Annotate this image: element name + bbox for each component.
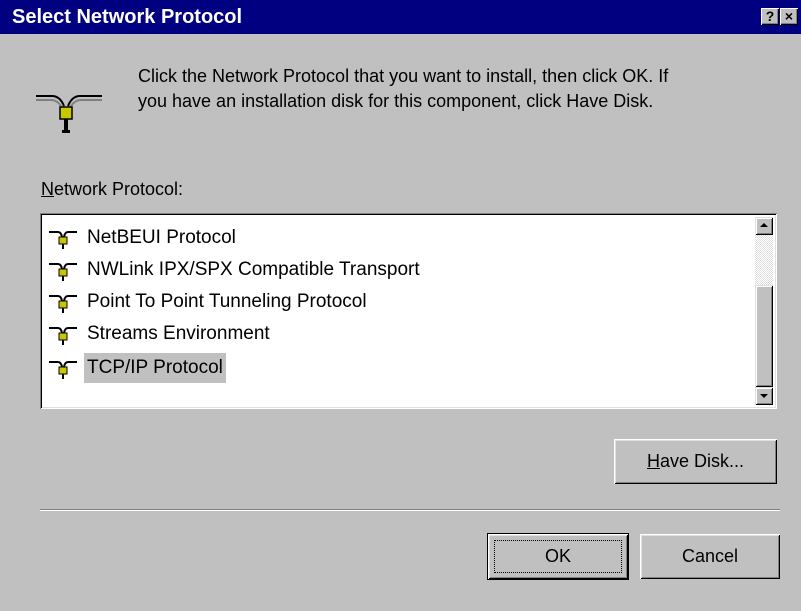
list-item-label: NetBEUI Protocol bbox=[87, 227, 236, 248]
list-item-streams[interactable]: Streams Environment bbox=[48, 319, 748, 349]
select-network-protocol-dialog: Select Network Protocol ? × Click the Ne… bbox=[0, 0, 801, 611]
network-protocol-icon bbox=[49, 231, 77, 249]
label-mnemonic: N bbox=[41, 179, 54, 199]
cancel-label: Cancel bbox=[681, 546, 739, 566]
scroll-down-button[interactable] bbox=[755, 387, 773, 405]
list-item-label: Point To Point Tunneling Protocol bbox=[87, 291, 367, 312]
have-disk-mnemonic: H bbox=[646, 451, 660, 471]
network-protocol-icon bbox=[49, 263, 77, 281]
network-protocol-icon bbox=[36, 95, 102, 133]
list-item-netbeui[interactable]: NetBEUI Protocol bbox=[48, 223, 748, 253]
list-item-pptp[interactable]: Point To Point Tunneling Protocol bbox=[48, 287, 748, 317]
list-item-nwlink[interactable]: NWLink IPX/SPX Compatible Transport bbox=[48, 255, 748, 285]
network-protocol-icon bbox=[49, 327, 77, 345]
cancel-button[interactable]: Cancel bbox=[640, 534, 780, 579]
help-button[interactable]: ? bbox=[761, 8, 779, 25]
title-bar[interactable]: Select Network Protocol ? × bbox=[0, 0, 801, 34]
focus-rectangle bbox=[494, 540, 622, 573]
arrow-up-icon bbox=[760, 223, 768, 227]
list-item-label: NWLink IPX/SPX Compatible Transport bbox=[87, 259, 420, 280]
separator-line bbox=[40, 509, 780, 511]
instruction-line-2: you have an installation disk for this c… bbox=[138, 91, 654, 111]
network-protocol-label: Network Protocol: bbox=[41, 177, 183, 201]
scrollbar-thumb[interactable] bbox=[755, 285, 773, 387]
arrow-down-icon bbox=[760, 394, 768, 398]
listbox-scrollbar[interactable] bbox=[755, 217, 773, 405]
have-disk-label: ave Disk... bbox=[659, 451, 745, 471]
protocol-listbox[interactable]: NetBEUI Protocol NWLink IPX/SPX Compatib… bbox=[40, 213, 777, 409]
window-title: Select Network Protocol bbox=[12, 6, 243, 28]
network-protocol-icon bbox=[49, 361, 77, 379]
instruction-text: Click the Network Protocol that you want… bbox=[138, 64, 778, 114]
label-rest: etwork Protocol: bbox=[54, 179, 184, 199]
close-button[interactable]: × bbox=[780, 8, 798, 25]
list-item-label: Streams Environment bbox=[87, 323, 270, 344]
instruction-line-1: Click the Network Protocol that you want… bbox=[138, 66, 669, 86]
list-item-label: TCP/IP Protocol bbox=[84, 353, 226, 383]
network-protocol-icon bbox=[49, 295, 77, 313]
ok-button[interactable]: OK bbox=[488, 534, 628, 579]
scroll-up-button[interactable] bbox=[755, 217, 773, 235]
list-item-tcpip[interactable]: TCP/IP Protocol bbox=[48, 353, 748, 383]
have-disk-button[interactable]: Have Disk... bbox=[614, 439, 777, 484]
